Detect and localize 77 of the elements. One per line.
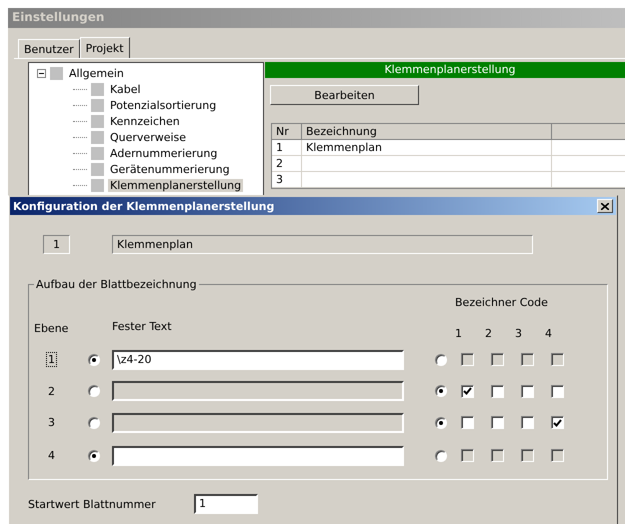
column-header: Ebene xyxy=(34,322,68,334)
dialog-title: Konfiguration der Klemmenplanerstellung xyxy=(13,200,274,212)
checkbox[interactable] xyxy=(491,416,504,429)
tree-item[interactable]: Klemmenplanerstellung xyxy=(108,178,244,192)
radio-button[interactable] xyxy=(88,385,100,397)
column-header: Fester Text xyxy=(112,320,172,332)
radio-button[interactable] xyxy=(435,354,447,366)
checkbox[interactable] xyxy=(551,384,564,398)
radio-button[interactable] xyxy=(88,450,100,462)
checkbox[interactable] xyxy=(551,449,564,462)
checkbox[interactable] xyxy=(461,416,474,429)
field-label: Startwert Blattnummer xyxy=(28,498,157,510)
number-field: 1 xyxy=(43,235,70,254)
edit-button[interactable]: Bearbeiten xyxy=(270,85,419,105)
folder-icon xyxy=(91,162,104,176)
level-number: 3 xyxy=(47,415,56,430)
checkbox[interactable] xyxy=(491,449,504,462)
column-header: Nr xyxy=(272,124,302,140)
tab[interactable]: Benutzer xyxy=(18,39,80,58)
text-field[interactable] xyxy=(112,412,404,432)
column-header: 3 xyxy=(515,326,522,340)
folder-icon xyxy=(91,130,104,144)
level-number: 2 xyxy=(47,384,56,398)
folder-icon xyxy=(91,178,104,192)
tree-item[interactable]: Gerätenummerierung xyxy=(108,162,232,176)
close-button[interactable] xyxy=(597,199,613,213)
tree-item[interactable]: Potenzialsortierung xyxy=(108,98,218,112)
panel-header: Klemmenplanerstellung xyxy=(265,62,625,78)
radio-button[interactable] xyxy=(435,450,447,462)
checkbox[interactable] xyxy=(491,384,504,398)
window-title: Einstellungen xyxy=(8,8,625,28)
tree-item[interactable]: Querverweise xyxy=(108,130,188,144)
checkbox[interactable] xyxy=(491,353,504,366)
tab[interactable]: Projekt xyxy=(80,37,130,59)
tree-item[interactable]: Kennzeichen xyxy=(108,114,182,128)
folder-icon xyxy=(91,98,104,112)
checkbox[interactable] xyxy=(461,353,474,366)
table-cell: 2 xyxy=(272,156,302,172)
column-header: 4 xyxy=(545,326,552,340)
checkbox[interactable] xyxy=(461,384,474,398)
column-header: 1 xyxy=(455,326,462,340)
column-header: Bezeichner Code xyxy=(455,296,548,308)
text-field[interactable] xyxy=(112,381,404,401)
check-icon xyxy=(463,387,472,395)
tree-item[interactable]: Allgemein xyxy=(67,66,126,80)
start-number-field[interactable]: 1 xyxy=(194,494,258,514)
radio-button[interactable] xyxy=(88,354,100,366)
checkbox[interactable] xyxy=(551,416,564,429)
checkbox[interactable] xyxy=(551,353,564,366)
table-cell: Klemmenplan xyxy=(302,140,552,156)
checkbox[interactable] xyxy=(461,449,474,462)
checkbox[interactable] xyxy=(521,384,534,398)
check-icon xyxy=(553,418,562,426)
name-field: Klemmenplan xyxy=(112,235,533,254)
level-number: 1 xyxy=(46,352,57,367)
close-icon xyxy=(601,202,609,210)
table-cell: 1 xyxy=(272,140,302,156)
group-title: Aufbau der Blattbezeichnung xyxy=(35,278,198,291)
text-field[interactable]: \z4-20 xyxy=(112,350,404,370)
collapse-icon[interactable] xyxy=(37,68,46,78)
column-header: Bezeichnung xyxy=(302,124,552,140)
text-field[interactable] xyxy=(112,446,404,466)
checkbox[interactable] xyxy=(521,353,534,366)
radio-button[interactable] xyxy=(435,385,447,397)
tree-item[interactable]: Kabel xyxy=(108,82,143,96)
table-cell: 3 xyxy=(272,172,302,188)
folder-icon xyxy=(91,114,104,128)
level-number: 4 xyxy=(47,448,56,463)
checkbox[interactable] xyxy=(521,449,534,462)
tree-item[interactable]: Adernummerierung xyxy=(108,146,220,160)
column-header: 2 xyxy=(485,326,492,340)
folder-icon xyxy=(91,82,104,96)
radio-button[interactable] xyxy=(88,416,100,428)
radio-button[interactable] xyxy=(435,416,447,428)
folder-icon xyxy=(50,66,63,80)
checkbox[interactable] xyxy=(521,416,534,429)
folder-icon xyxy=(91,146,104,160)
